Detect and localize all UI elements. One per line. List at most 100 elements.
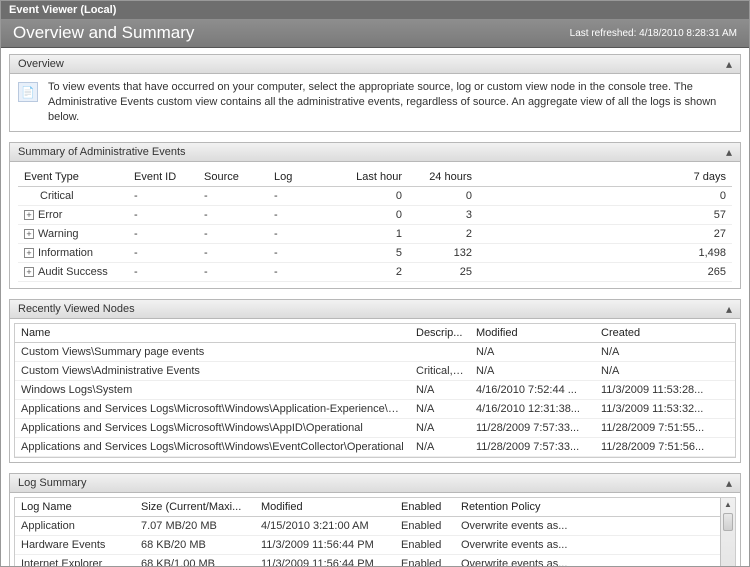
table-row[interactable]: Application7.07 MB/20 MB4/15/2010 3:21:0… <box>15 516 720 535</box>
admin-summary-panel: Summary of Administrative Events ▴ Event… <box>9 142 741 289</box>
page-title: Overview and Summary <box>13 23 194 43</box>
cell-modified: 11/28/2009 7:57:33... <box>470 437 595 456</box>
cell-log-name: Internet Explorer <box>15 554 135 567</box>
cell-source: - <box>198 205 268 224</box>
cell-log-name: Hardware Events <box>15 535 135 554</box>
cell-log: - <box>268 186 338 205</box>
cell-event-type: +Error <box>18 205 128 224</box>
col-size[interactable]: Size (Current/Maxi... <box>135 498 255 517</box>
table-row[interactable]: Hardware Events68 KB/20 MB11/3/2009 11:5… <box>15 535 720 554</box>
recently-viewed-header[interactable]: Recently Viewed Nodes ▴ <box>10 300 740 319</box>
table-row[interactable]: +Information---51321,498 <box>18 243 732 262</box>
cell-enabled: Enabled <box>395 516 455 535</box>
table-row[interactable]: Applications and Services Logs\Microsoft… <box>15 399 735 418</box>
col-name[interactable]: Name <box>15 324 410 343</box>
cell-created: 11/3/2009 11:53:32... <box>595 399 735 418</box>
cell-24-hours: 3 <box>408 205 478 224</box>
chevron-up-icon[interactable]: ▴ <box>726 477 732 489</box>
last-refreshed-value: 4/18/2010 8:28:31 AM <box>639 28 737 39</box>
overview-panel: Overview ▴ 📄 To view events that have oc… <box>9 54 741 132</box>
cell-event-id: - <box>128 243 198 262</box>
cell-modified: 11/3/2009 11:56:44 PM <box>255 535 395 554</box>
cell-created: 11/28/2009 7:51:55... <box>595 418 735 437</box>
admin-events-table: Event Type Event ID Source Log Last hour… <box>18 168 732 282</box>
scroll-up-icon[interactable]: ▲ <box>721 498 735 512</box>
col-modified[interactable]: Modified <box>255 498 395 517</box>
col-log-name[interactable]: Log Name <box>15 498 135 517</box>
cell-retention: Overwrite events as... <box>455 535 720 554</box>
cell-name: Applications and Services Logs\Microsoft… <box>15 418 410 437</box>
cell-7-days: 0 <box>478 186 732 205</box>
expand-icon[interactable]: + <box>24 248 34 258</box>
cell-event-id: - <box>128 186 198 205</box>
overview-text: To view events that have occurred on you… <box>48 80 732 125</box>
app-root: Event Viewer (Local) Overview and Summar… <box>0 0 750 567</box>
table-row[interactable]: Applications and Services Logs\Microsoft… <box>15 418 735 437</box>
expand-icon[interactable]: + <box>24 229 34 239</box>
chevron-up-icon[interactable]: ▴ <box>726 146 732 158</box>
chevron-up-icon[interactable]: ▴ <box>726 303 732 315</box>
recently-viewed-title: Recently Viewed Nodes <box>18 303 135 315</box>
content-area: Overview ▴ 📄 To view events that have oc… <box>1 48 749 567</box>
cell-source: - <box>198 262 268 281</box>
col-created[interactable]: Created <box>595 324 735 343</box>
window-title-bar: Event Viewer (Local) <box>1 1 749 19</box>
col-event-id[interactable]: Event ID <box>128 168 198 187</box>
table-row[interactable]: +Error---0357 <box>18 205 732 224</box>
cell-modified: 4/15/2010 3:21:00 AM <box>255 516 395 535</box>
table-row[interactable]: +Audit Success---225265 <box>18 262 732 281</box>
chevron-up-icon[interactable]: ▴ <box>726 58 732 70</box>
col-24-hours[interactable]: 24 hours <box>408 168 478 187</box>
col-enabled[interactable]: Enabled <box>395 498 455 517</box>
expand-icon[interactable]: + <box>24 210 34 220</box>
vertical-scrollbar[interactable]: ▲ ▼ <box>720 498 735 567</box>
table-row[interactable]: Windows Logs\SystemN/A4/16/2010 7:52:44 … <box>15 380 735 399</box>
col-retention[interactable]: Retention Policy <box>455 498 720 517</box>
cell-created: N/A <box>595 361 735 380</box>
cell-name: Applications and Services Logs\Microsoft… <box>15 399 410 418</box>
table-row[interactable]: Custom Views\Administrative EventsCritic… <box>15 361 735 380</box>
col-log[interactable]: Log <box>268 168 338 187</box>
table-row[interactable]: Custom Views\Summary page eventsN/AN/A <box>15 342 735 361</box>
cell-last-hour: 0 <box>338 186 408 205</box>
cell-retention: Overwrite events as... <box>455 554 720 567</box>
log-summary-header[interactable]: Log Summary ▴ <box>10 474 740 493</box>
cell-modified: 4/16/2010 12:31:38... <box>470 399 595 418</box>
scroll-thumb[interactable] <box>723 513 733 531</box>
cell-name: Windows Logs\System <box>15 380 410 399</box>
header-bar: Overview and Summary Last refreshed: 4/1… <box>1 19 749 48</box>
cell-event-type: +Audit Success <box>18 262 128 281</box>
cell-log: - <box>268 262 338 281</box>
window-title: Event Viewer (Local) <box>9 4 116 16</box>
cell-description: N/A <box>410 437 470 456</box>
admin-summary-header[interactable]: Summary of Administrative Events ▴ <box>10 143 740 162</box>
cell-last-hour: 2 <box>338 262 408 281</box>
last-refreshed-label: Last refreshed: <box>570 28 637 39</box>
table-row[interactable]: Applications and Services Logs\Microsoft… <box>15 437 735 456</box>
col-last-hour[interactable]: Last hour <box>338 168 408 187</box>
cell-modified: N/A <box>470 361 595 380</box>
log-summary-title: Log Summary <box>18 477 86 489</box>
cell-size: 68 KB/1.00 MB <box>135 554 255 567</box>
expand-icon[interactable]: + <box>24 267 34 277</box>
cell-name: Custom Views\Administrative Events <box>15 361 410 380</box>
cell-retention: Overwrite events as... <box>455 516 720 535</box>
table-row[interactable]: Critical---000 <box>18 186 732 205</box>
cell-log: - <box>268 243 338 262</box>
table-row[interactable]: Internet Explorer68 KB/1.00 MB11/3/2009 … <box>15 554 720 567</box>
overview-panel-header[interactable]: Overview ▴ <box>10 55 740 74</box>
cell-source: - <box>198 224 268 243</box>
cell-last-hour: 0 <box>338 205 408 224</box>
table-row[interactable]: +Warning---1227 <box>18 224 732 243</box>
col-7-days[interactable]: 7 days <box>478 168 732 187</box>
col-modified[interactable]: Modified <box>470 324 595 343</box>
overview-panel-body: 📄 To view events that have occurred on y… <box>10 74 740 131</box>
cell-7-days: 1,498 <box>478 243 732 262</box>
cell-last-hour: 1 <box>338 224 408 243</box>
log-summary-table: Log Name Size (Current/Maxi... Modified … <box>15 498 720 567</box>
col-description[interactable]: Descrip... <box>410 324 470 343</box>
cell-event-type: +Information <box>18 243 128 262</box>
col-source[interactable]: Source <box>198 168 268 187</box>
cell-last-hour: 5 <box>338 243 408 262</box>
col-event-type[interactable]: Event Type <box>18 168 128 187</box>
